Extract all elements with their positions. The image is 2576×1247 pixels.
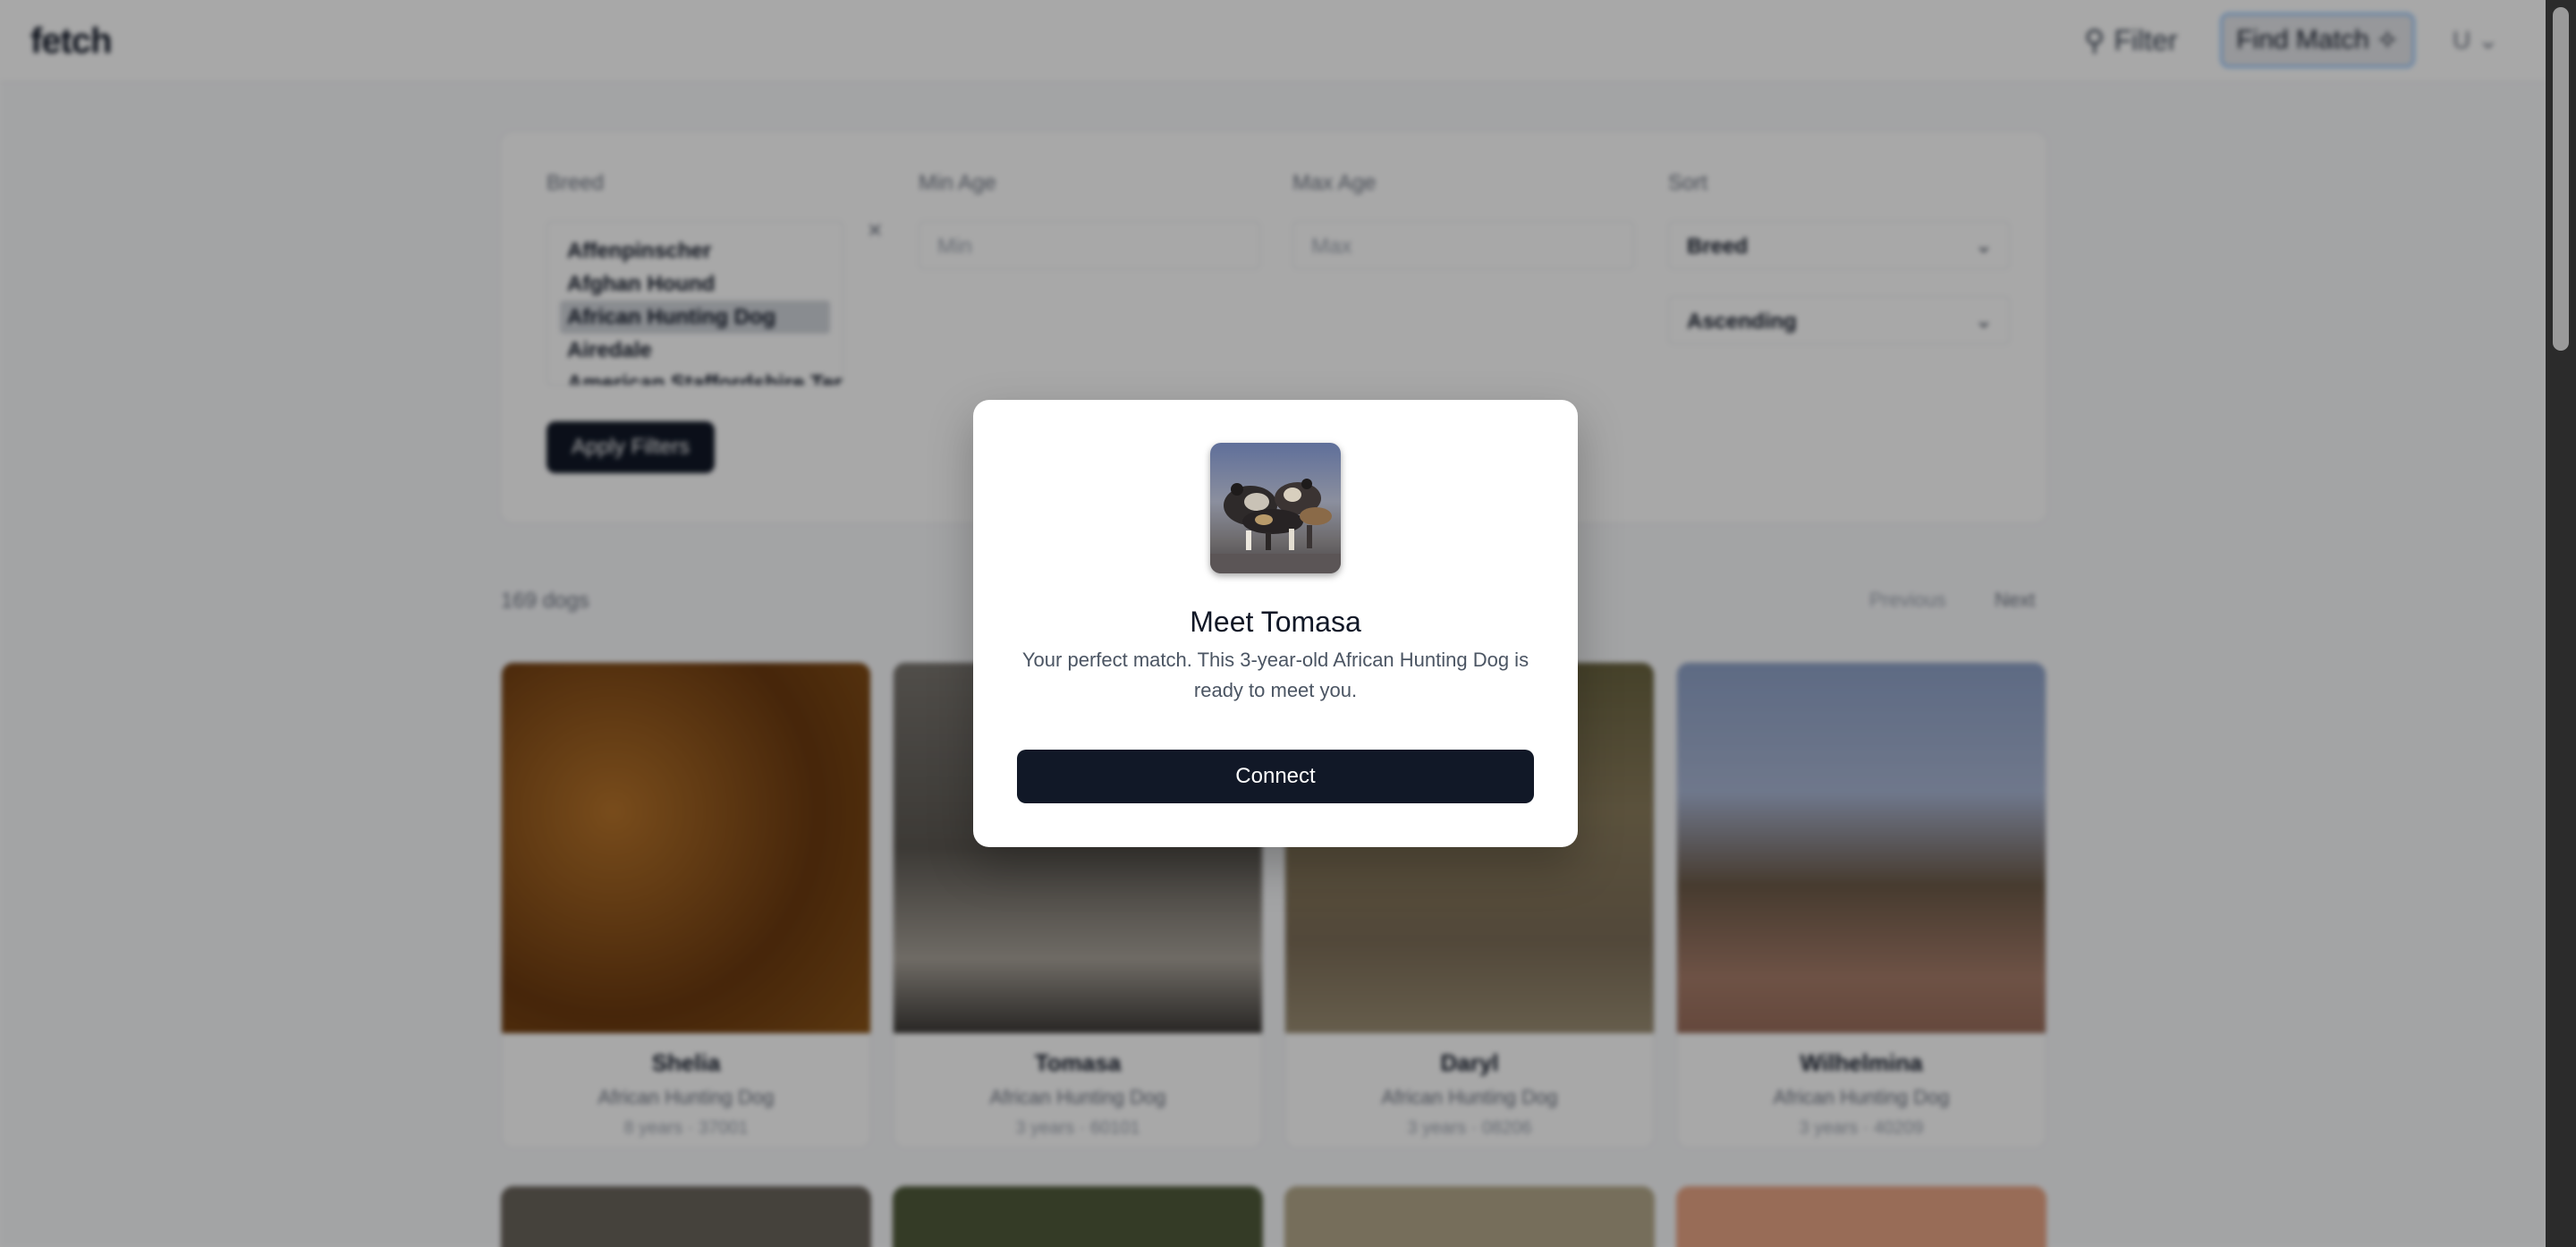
connect-button[interactable]: Connect xyxy=(1017,750,1534,803)
dog-photo-illustration xyxy=(1210,443,1341,573)
modal-title: Meet Tomasa xyxy=(1190,606,1361,638)
modal-message: Your perfect match. This 3-year-old Afri… xyxy=(1021,649,1530,701)
scrollbar-thumb[interactable] xyxy=(2553,7,2569,351)
match-modal: Meet Tomasa Your perfect match. This 3-y… xyxy=(973,400,1578,847)
page-scrollbar[interactable] xyxy=(2546,0,2576,1247)
match-dog-photo xyxy=(1210,443,1341,573)
